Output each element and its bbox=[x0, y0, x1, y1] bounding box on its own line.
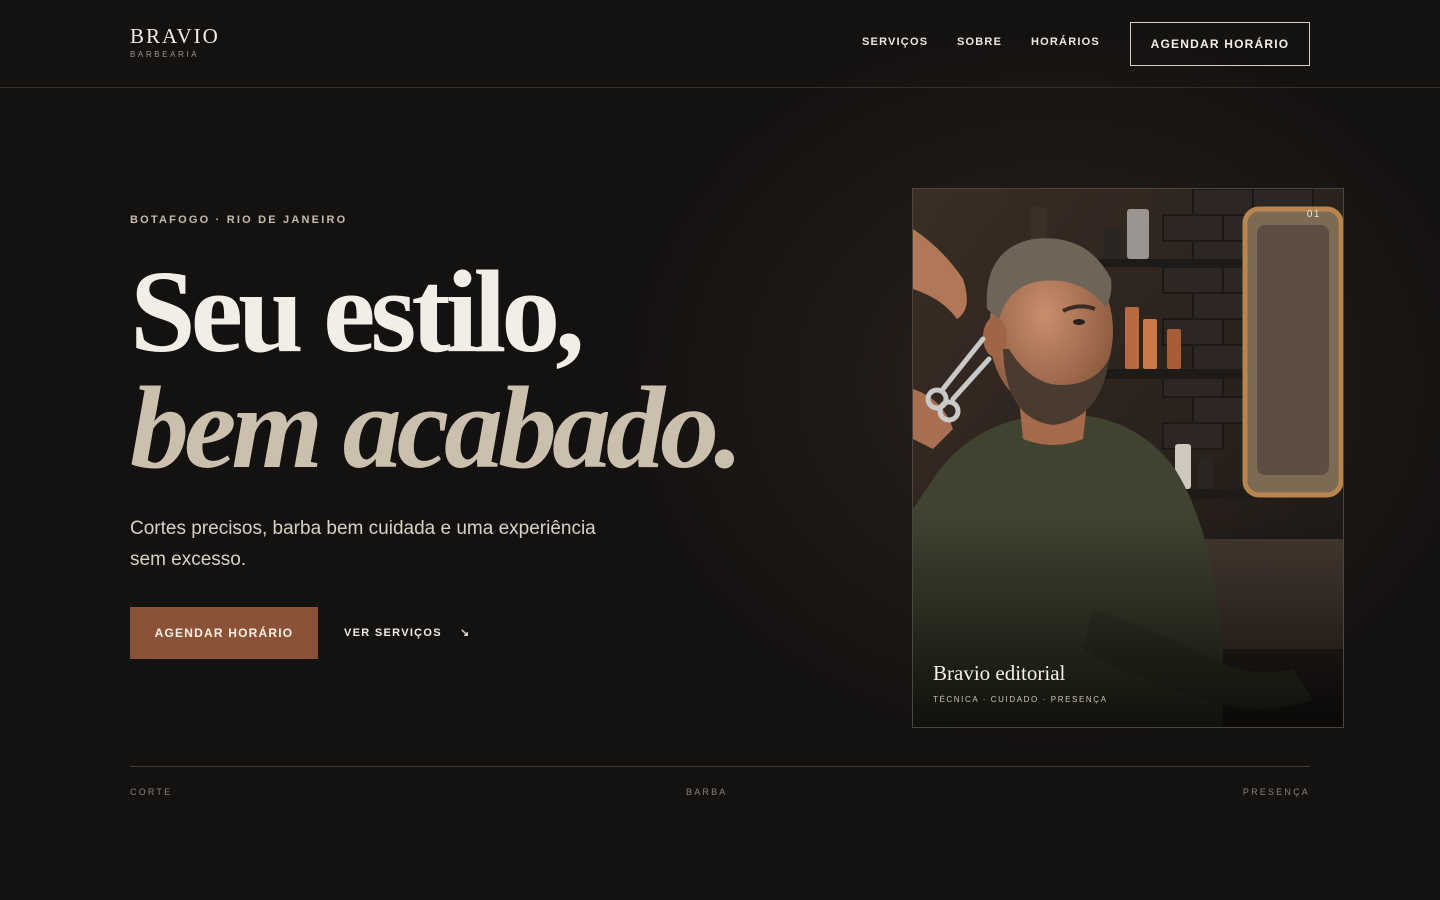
arrow-down-right-icon: ↘ bbox=[459, 627, 471, 639]
brand-logo[interactable]: BRAVIO BARBEARIA bbox=[130, 24, 220, 59]
hero-lead: Cortes precisos, barba bem cuidada e uma… bbox=[130, 518, 596, 570]
strip-item-barba: BARBA bbox=[686, 787, 728, 797]
site-header: BRAVIO BARBEARIA SERVIÇOS SOBRE HORÁRIOS… bbox=[0, 0, 1440, 88]
hero-title-line-2: bem acabado. bbox=[130, 362, 744, 493]
hero-title-line-1: Seu estilo, bbox=[130, 246, 585, 377]
card-tags: TÉCNICA · CUIDADO · PRESENÇA bbox=[933, 695, 1108, 704]
view-services-link[interactable]: VER SERVIÇOS ↘ bbox=[344, 626, 470, 640]
header-book-button[interactable]: AGENDAR HORÁRIO bbox=[1130, 22, 1310, 66]
barber-photo-illustration bbox=[913, 189, 1343, 727]
brand-tagline: BARBEARIA bbox=[130, 50, 200, 59]
view-services-label: VER SERVIÇOS bbox=[344, 627, 442, 639]
editorial-photo-card: 01 Bravio editorial TÉCNICA · CUIDADO · … bbox=[912, 188, 1344, 728]
hero-book-button[interactable]: AGENDAR HORÁRIO bbox=[130, 607, 318, 659]
nav-link-horarios[interactable]: HORÁRIOS bbox=[1031, 36, 1100, 48]
brand-name: BRAVIO bbox=[130, 24, 220, 48]
nav-link-sobre[interactable]: SOBRE bbox=[957, 36, 1002, 48]
strip-item-presenca: PRESENÇA bbox=[1242, 787, 1310, 797]
card-title: Bravio editorial bbox=[933, 661, 1066, 685]
nav-link-servicos[interactable]: SERVIÇOS bbox=[862, 36, 928, 48]
hero-location: BOTAFOGO · RIO DE JANEIRO bbox=[130, 214, 348, 226]
card-index: 01 bbox=[1306, 209, 1321, 220]
divider bbox=[130, 766, 1310, 767]
strip-item-corte: CORTE bbox=[130, 787, 173, 797]
